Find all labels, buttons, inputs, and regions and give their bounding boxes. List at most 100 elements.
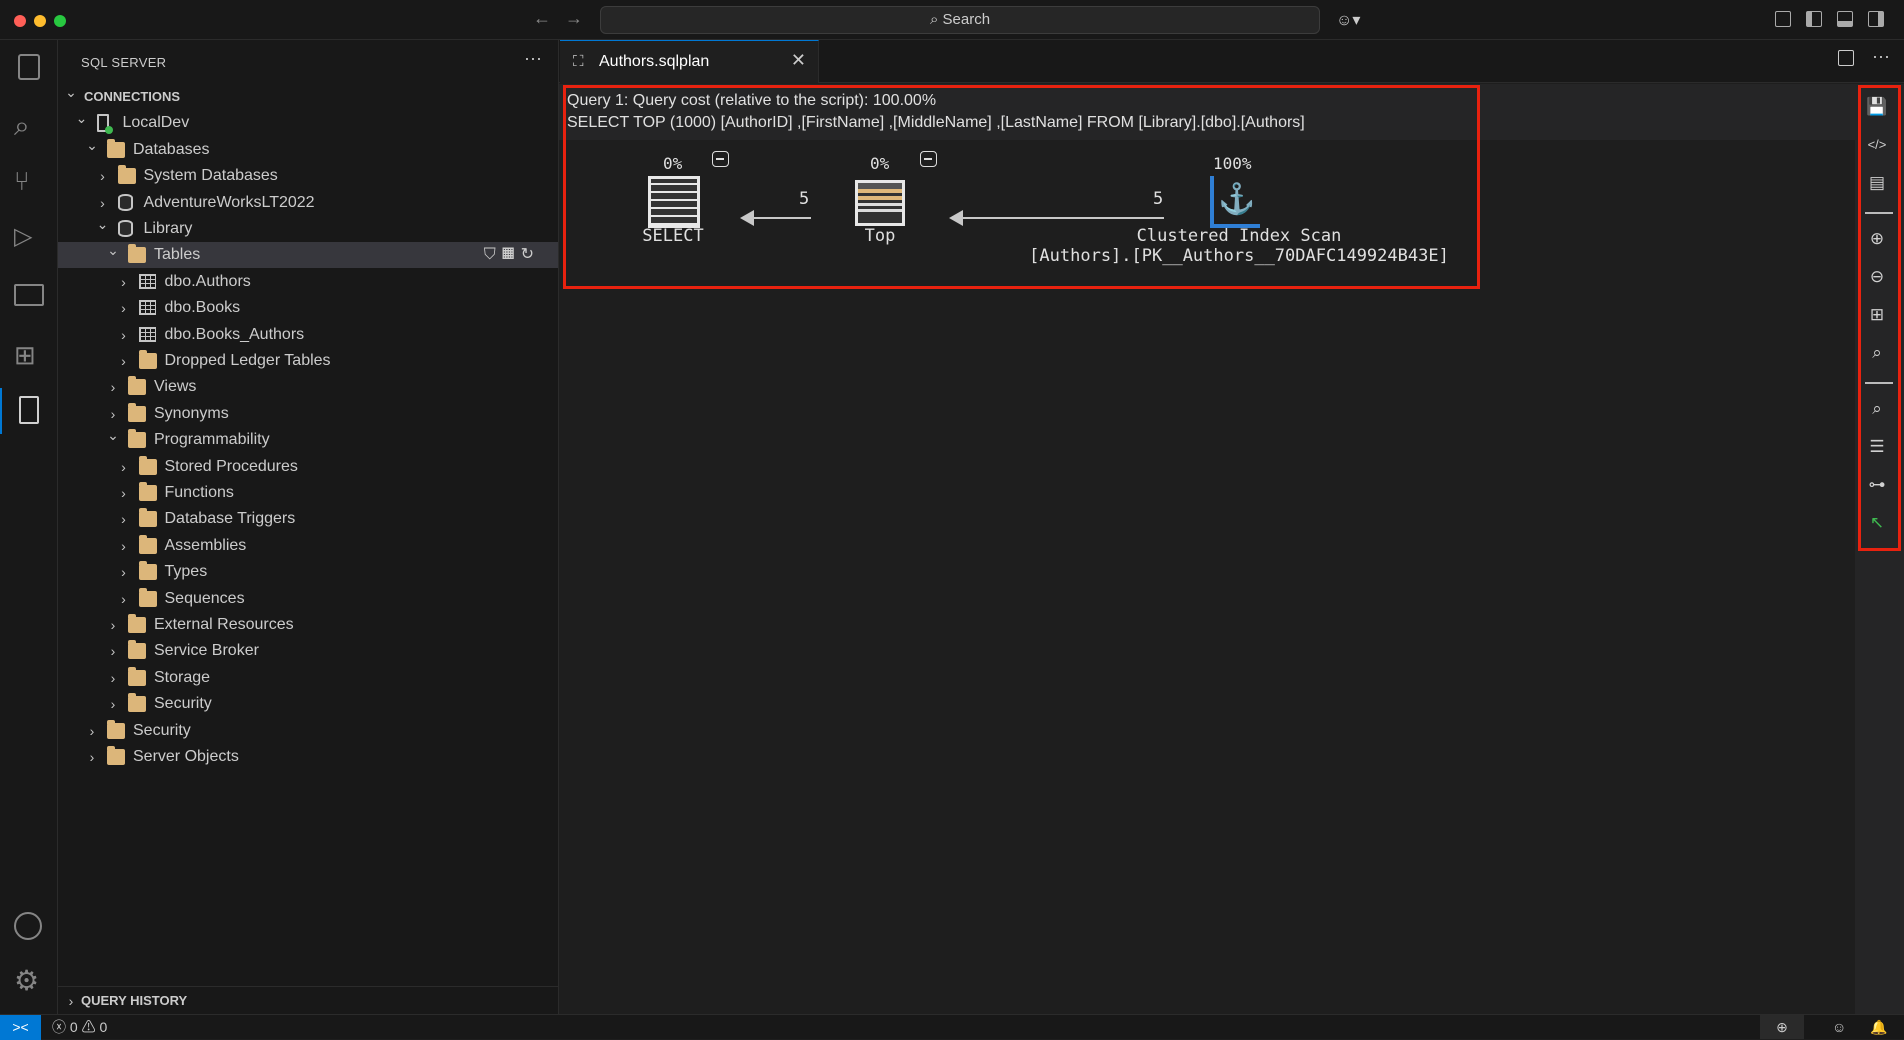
chevron-right-icon[interactable]: › [106,691,120,717]
tree-item-label: Storage [154,668,211,686]
more-actions-icon[interactable]: ··· [1872,46,1890,67]
tree-item[interactable]: › Dropped Ledger Tables [58,348,558,374]
accounts-icon[interactable] [14,912,42,940]
source-control-icon[interactable]: ⑂ [14,166,44,196]
extensions-icon[interactable]: ⊞ [14,340,44,370]
forward-arrow-icon[interactable]: → [565,8,583,29]
chevron-right-icon[interactable]: › [106,638,120,664]
tree-item[interactable]: ⌄ Library [58,216,558,242]
minimize-window-button[interactable] [34,15,46,27]
notifications-bell-icon[interactable]: 🔔 [1870,1015,1887,1039]
tab-authors-sqlplan[interactable]: ⛶ Authors.sqlplan ✕ [560,40,819,83]
maximize-window-button[interactable] [54,15,66,27]
tree-item[interactable]: › External Resources [58,612,558,638]
chevron-right-icon[interactable]: › [117,533,131,559]
tree-item-label: dbo.Authors [164,272,251,290]
folder-icon [138,350,157,369]
tree-item-label: dbo.Books_Authors [164,325,305,343]
chevron-right-icon[interactable]: › [106,374,120,400]
tree-item[interactable]: › AdventureWorksLT2022 [58,190,558,216]
tree-item[interactable]: › Views [58,374,558,400]
search-icon[interactable]: ⌕ [14,110,44,141]
customize-layout-icon[interactable] [1775,11,1791,27]
query-history-section[interactable]: › QUERY HISTORY [58,986,558,1014]
split-editor-icon[interactable] [1838,50,1854,66]
tree-item[interactable]: ⌄ Programmability [58,427,558,453]
chevron-down-icon[interactable]: ⌄ [85,132,99,158]
sql-server-icon[interactable] [19,396,39,424]
tree-item[interactable]: › dbo.Books [58,295,558,321]
tree-item[interactable]: › Database Triggers [58,506,558,532]
chevron-right-icon[interactable]: › [117,586,131,612]
chevron-right-icon[interactable]: › [117,559,131,585]
tree-item[interactable]: › Storage [58,665,558,691]
tree-item[interactable]: › Sequences [58,586,558,612]
chevron-right-icon[interactable]: › [117,322,131,348]
chevron-right-icon[interactable]: › [117,269,131,295]
tree-item[interactable]: › dbo.Authors [58,269,558,295]
folder-icon [128,640,146,660]
title-bar: ← → ⌕ Search ☺▾ [0,0,1904,40]
back-arrow-icon[interactable]: ← [533,8,551,29]
remote-indicator-icon[interactable]: >< [0,1015,41,1040]
chevron-right-icon[interactable]: › [117,506,131,532]
command-center-search[interactable]: ⌕ Search [600,6,1320,34]
tree-item[interactable]: › Types [58,559,558,585]
tree-item-label: Assemblies [164,536,247,554]
chevron-right-icon[interactable]: › [117,295,131,321]
run-debug-icon[interactable]: ▷ [14,222,44,252]
chevron-right-icon[interactable]: › [117,348,131,374]
chevron-right-icon[interactable]: › [96,163,110,189]
chevron-down-icon[interactable]: ⌄ [96,211,110,237]
folder-icon [138,587,157,607]
tree-item[interactable]: › Stored Procedures [58,454,558,480]
chevron-down-icon[interactable]: ⌄ [106,422,120,448]
tree-item[interactable]: › Security [58,718,558,744]
tree-item-label: Database Triggers [164,510,296,528]
toggle-sidebar-icon[interactable] [1806,11,1822,27]
settings-gear-icon[interactable]: ⚙ [14,964,44,996]
tree-item[interactable]: ⌄ Tables ⛉▦↻ [58,242,558,269]
chevron-down-icon[interactable]: ⌄ [64,79,78,105]
tree-item[interactable]: ⌄ Databases [58,137,558,163]
chevron-right-icon[interactable]: › [106,612,120,638]
tree-item[interactable]: › Service Broker [58,638,558,664]
explorer-icon[interactable] [18,54,40,80]
server-icon [96,114,113,135]
zoom-icon[interactable]: ⊕ [1760,1015,1804,1039]
tree-item[interactable]: › Server Objects [58,744,558,770]
copilot-icon[interactable]: ☺▾ [1336,10,1360,30]
tree-item[interactable]: › Functions [58,480,558,506]
add-table-icon[interactable]: ▦ [502,246,521,263]
chevron-right-icon[interactable]: › [106,665,120,691]
refresh-icon[interactable]: ↻ [521,246,540,263]
active-indicator [0,388,2,434]
close-window-button[interactable] [14,15,26,27]
remote-explorer-icon[interactable] [14,284,44,306]
chevron-right-icon[interactable]: › [85,718,99,744]
tree-item[interactable]: › dbo.Books_Authors [58,322,558,348]
tree-item-label: External Resources [154,616,294,633]
tree-item[interactable]: › Security [58,691,558,717]
chevron-down-icon[interactable]: ⌄ [75,105,89,131]
tree-item[interactable]: ⌄ LocalDev [58,110,558,136]
filter-icon[interactable]: ⛉ [484,246,502,263]
tree-item-label: Sequences [164,589,245,607]
tree-item[interactable]: ⌄ CONNECTIONS [58,84,558,110]
tree-item[interactable]: › Assemblies [58,533,558,559]
close-tab-icon[interactable]: ✕ [791,50,806,71]
chevron-down-icon[interactable]: ⌄ [106,237,120,263]
tree-item[interactable]: › System Databases [58,163,558,189]
more-actions-button[interactable]: ··· [524,48,542,69]
chevron-right-icon[interactable]: › [117,480,131,506]
toggle-panel-icon[interactable] [1837,11,1853,27]
chevron-right-icon[interactable]: › [85,744,99,770]
copilot-status-icon[interactable]: ☺ [1832,1015,1846,1039]
toggle-secondary-sidebar-icon[interactable] [1868,11,1884,27]
tree-item-label: Functions [164,484,234,501]
chevron-right-icon[interactable]: › [117,454,131,480]
tree-item[interactable]: › Synonyms [58,401,558,427]
problems-indicator[interactable]: ⓧ 0 ⚠ 0 [52,1015,107,1039]
highlight-box-plan [563,85,1480,289]
folder-icon [107,138,125,158]
